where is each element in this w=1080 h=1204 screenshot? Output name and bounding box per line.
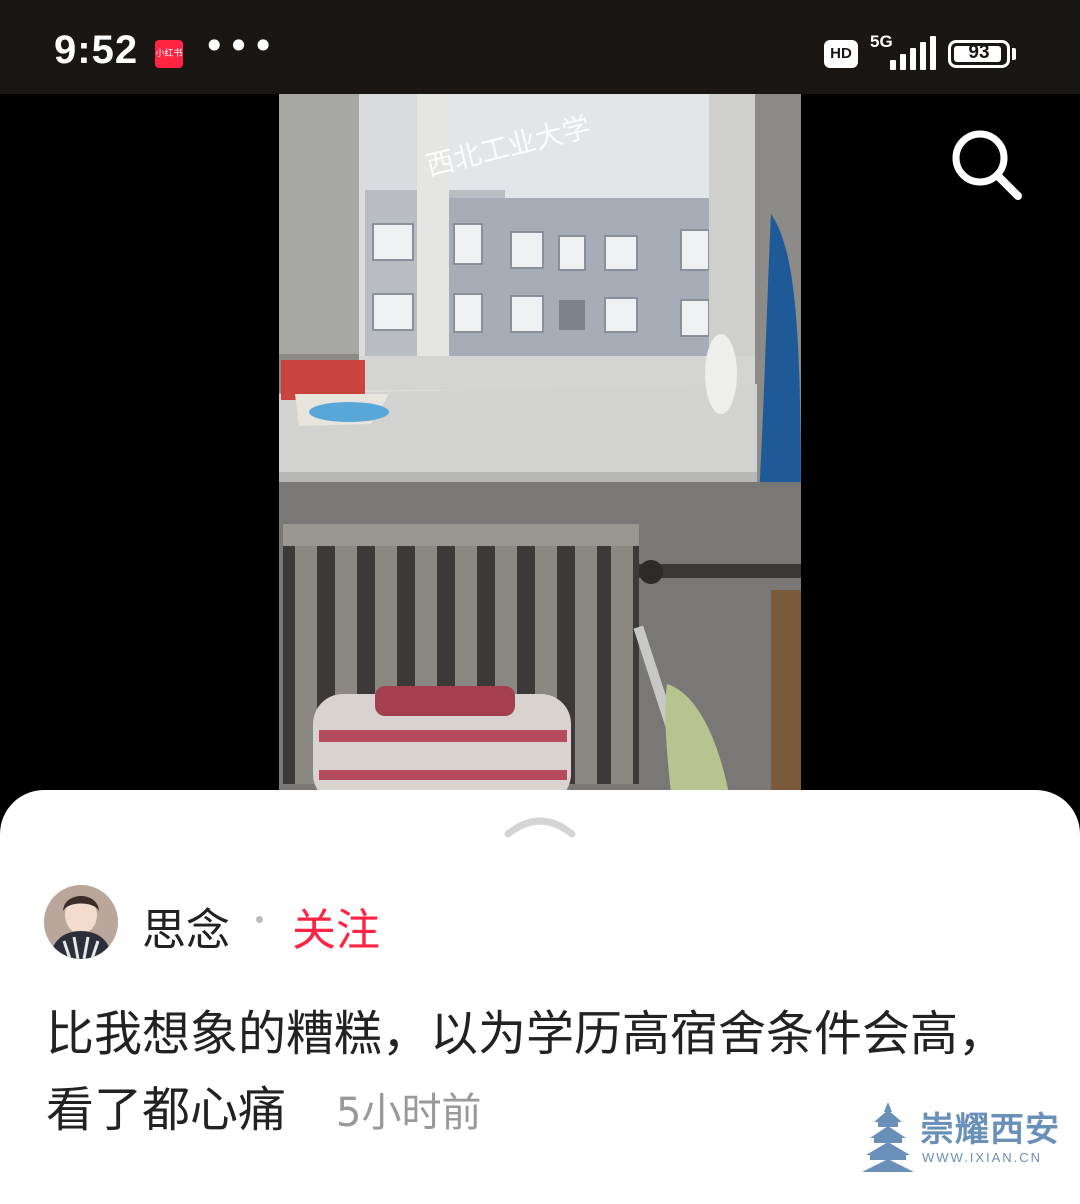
dorm-room-photo: 西北工业大学 [279,94,801,794]
hd-voice-icon: HD [824,40,858,68]
expand-chevron-up-icon[interactable] [504,810,576,840]
battery-percent: 93 [968,42,990,63]
watermark-url: WWW.IXIAN.CN [922,1150,1043,1165]
author-name[interactable]: 思念 [142,894,230,958]
post-time: 5小时前 [336,1090,482,1136]
watermark-title: 崇耀西安 [920,1110,1060,1150]
signal-strength-icon: 5G [868,32,938,74]
post-photo[interactable]: 西北工业大学 [279,94,801,794]
pagoda-logo-icon [862,1102,914,1172]
post-details-sheet[interactable]: 思念 关注 比我想象的糟糕，以为学历高宿舍条件会高，看了都心痛 5小时前 崇耀西安… [0,790,1080,1204]
follow-button[interactable]: 关注 [292,894,380,958]
search-icon[interactable] [948,126,1024,202]
status-time: 9:52 [54,28,139,72]
separator-dot [256,916,263,923]
media-viewer[interactable]: 西北工业大学 [0,94,1080,794]
network-type: 5G [870,32,893,51]
site-watermark: 崇耀西安 WWW.IXIAN.CN [862,1100,1062,1172]
battery-tip [1012,48,1016,60]
xiaohongshu-app-icon: 小红书 [155,40,183,68]
more-notifications-indicator: ••• [203,24,277,68]
status-bar: 9:52 小红书 ••• HD 5G 93 [0,0,1080,94]
author-avatar[interactable] [44,885,118,959]
battery-icon: 93 [948,40,1010,68]
